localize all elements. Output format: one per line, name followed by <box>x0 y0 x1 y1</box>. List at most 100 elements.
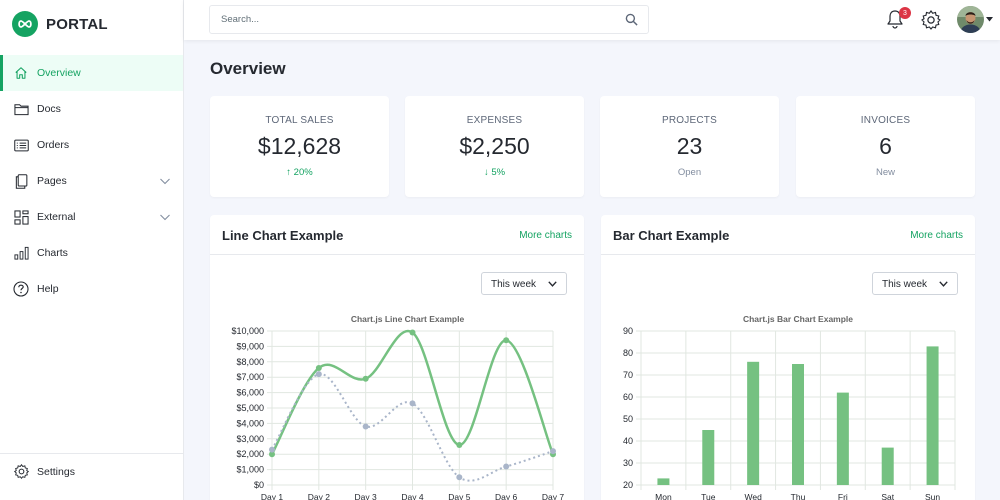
x-tick-label: Day 1 <box>261 492 283 500</box>
top-header: 3 <box>184 0 1000 40</box>
data-point <box>315 364 322 371</box>
x-tick-label: Wed <box>744 492 762 500</box>
y-tick-label: 20 <box>623 480 633 490</box>
bar-chart-icon <box>13 245 29 261</box>
card-header: Line Chart Example More charts <box>210 215 584 255</box>
sidebar-item-label: Pages <box>37 175 67 187</box>
bar <box>657 478 670 485</box>
sidebar-item-overview[interactable]: Overview <box>0 55 183 91</box>
sidebar-item-settings[interactable]: Settings <box>0 453 183 489</box>
data-point <box>269 446 275 453</box>
sidebar-item-label: Charts <box>37 247 68 259</box>
chevron-down-icon <box>548 281 557 287</box>
data-point <box>503 463 510 470</box>
sidebar-item-charts[interactable]: Charts <box>0 235 183 271</box>
select-value: This week <box>882 279 928 290</box>
avatar[interactable] <box>957 6 984 33</box>
y-tick-label: 30 <box>623 458 633 468</box>
x-tick-label: Day 2 <box>308 492 330 500</box>
x-tick-label: Day 7 <box>542 492 564 500</box>
sidebar-nav: Overview Docs Orders Pages External Char… <box>0 55 183 307</box>
period-select[interactable]: This week <box>872 272 958 295</box>
data-point <box>456 441 463 448</box>
data-point <box>409 400 416 407</box>
card-title: Bar Chart Example <box>613 228 730 243</box>
y-tick-label: $9,000 <box>236 341 264 351</box>
sidebar: PORTAL Overview Docs Orders Pages Extern… <box>0 0 184 500</box>
x-tick-label: Day 4 <box>401 492 423 500</box>
infinity-icon <box>12 11 38 37</box>
y-tick-label: 70 <box>623 370 633 380</box>
more-charts-link[interactable]: More charts <box>519 230 572 241</box>
bar <box>792 364 804 485</box>
chevron-down-icon <box>939 281 948 287</box>
stat-value: 6 <box>879 133 892 159</box>
y-tick-label: $1,000 <box>236 465 264 475</box>
gear-icon <box>13 464 29 480</box>
period-select[interactable]: This week <box>481 272 567 295</box>
caret-down-icon[interactable] <box>986 17 993 22</box>
notifications-button[interactable]: 3 <box>885 7 911 30</box>
stat-value: $12,628 <box>257 133 342 159</box>
data-point <box>362 375 369 382</box>
brand-name: PORTAL <box>46 15 108 33</box>
x-tick-label: Day 6 <box>495 492 517 500</box>
data-point <box>409 329 416 336</box>
y-tick-label: 40 <box>623 436 633 446</box>
more-charts-link[interactable]: More charts <box>910 230 963 241</box>
files-icon <box>13 173 29 189</box>
chevron-down-icon <box>160 214 170 221</box>
sidebar-item-docs[interactable]: Docs <box>0 91 183 127</box>
stat-change: ↑ 20% <box>286 167 313 178</box>
stat-card-total-sales[interactable]: TOTAL SALES $12,628 ↑ 20% <box>210 96 389 197</box>
sidebar-item-label: External <box>37 211 76 223</box>
gear-icon[interactable] <box>921 10 941 30</box>
search-box <box>209 5 649 34</box>
sidebar-item-label: Help <box>37 283 59 295</box>
sidebar-item-label: Overview <box>37 67 81 79</box>
y-tick-label: $10,000 <box>231 326 264 336</box>
stat-card-projects[interactable]: PROJECTS 23 Open <box>600 96 779 197</box>
y-tick-label: 80 <box>623 348 633 358</box>
question-circle-icon <box>13 281 29 297</box>
stat-card-invoices[interactable]: INVOICES 6 New <box>796 96 975 197</box>
y-tick-label: $6,000 <box>236 388 264 398</box>
sidebar-item-external[interactable]: External <box>0 199 183 235</box>
sidebar-item-label: Settings <box>37 465 75 478</box>
card-title: Line Chart Example <box>222 228 344 243</box>
brand[interactable]: PORTAL <box>12 11 108 37</box>
bar <box>836 392 849 485</box>
y-tick-label: $7,000 <box>236 372 264 382</box>
data-point <box>362 423 369 430</box>
stat-label: EXPENSES <box>466 115 523 126</box>
stat-label: TOTAL SALES <box>265 115 334 126</box>
sidebar-item-label: Docs <box>37 103 61 115</box>
y-tick-label: $3,000 <box>236 434 264 444</box>
columns-icon <box>13 209 29 225</box>
sidebar-item-orders[interactable]: Orders <box>0 127 183 163</box>
search-icon[interactable] <box>625 13 638 26</box>
x-tick-label: Mon <box>655 492 672 500</box>
y-tick-label: 50 <box>623 414 633 424</box>
y-tick-label: $8,000 <box>236 357 264 367</box>
x-tick-label: Day 3 <box>355 492 377 500</box>
x-tick-label: Fri <box>838 492 848 500</box>
y-tick-label: $5,000 <box>236 403 264 413</box>
card-header: Bar Chart Example More charts <box>601 215 975 255</box>
home-icon <box>13 65 29 81</box>
sidebar-item-label: Orders <box>37 139 70 151</box>
y-tick-label: $2,000 <box>236 449 264 459</box>
stat-card-expenses[interactable]: EXPENSES $2,250 ↓ 5% <box>405 96 584 197</box>
x-tick-label: Thu <box>791 492 806 500</box>
x-tick-label: Day 5 <box>448 492 470 500</box>
stat-value: 23 <box>676 133 703 159</box>
bar <box>881 447 894 485</box>
sidebar-item-help[interactable]: Help <box>0 271 183 307</box>
stat-change: ↓ 5% <box>483 167 506 178</box>
y-tick-label: 90 <box>623 326 633 336</box>
search-input[interactable] <box>210 6 610 33</box>
bar <box>926 346 939 485</box>
bar-chart-card: Bar Chart Example More charts This week … <box>601 215 975 500</box>
x-tick-label: Tue <box>701 492 716 500</box>
sidebar-item-pages[interactable]: Pages <box>0 163 183 199</box>
